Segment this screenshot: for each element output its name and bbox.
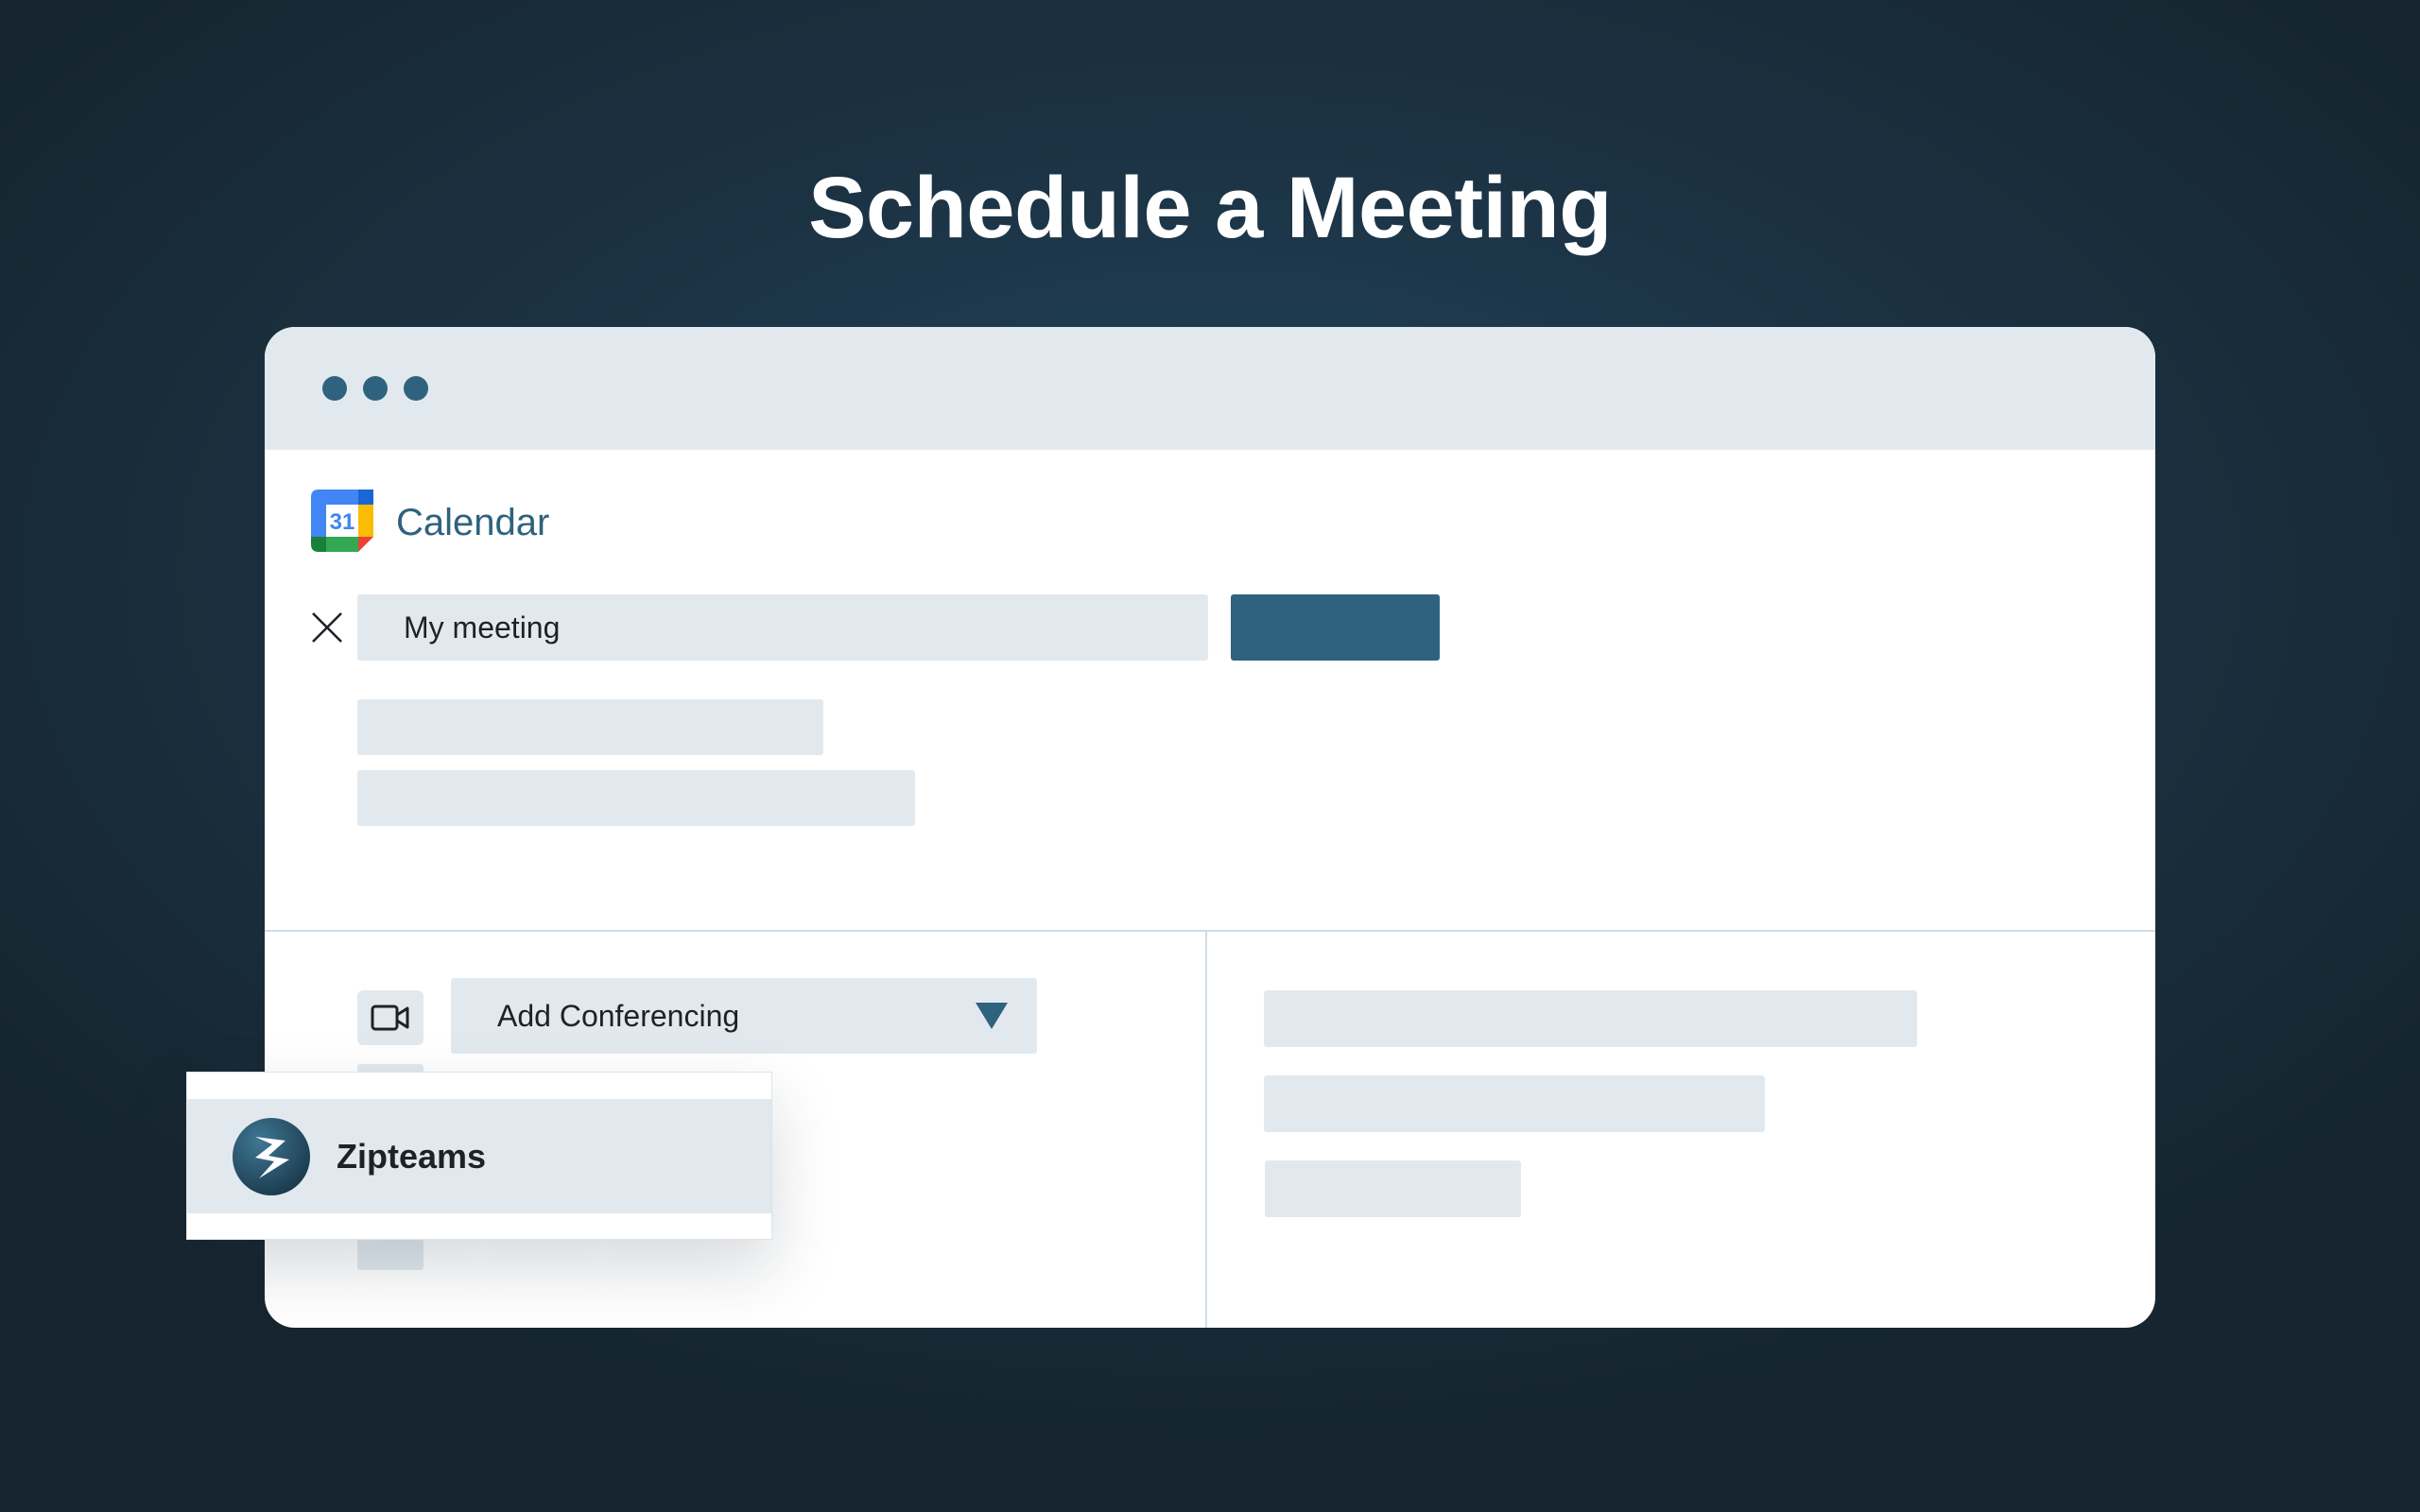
conferencing-dropdown-menu: Zipteams	[186, 1072, 772, 1240]
zipteams-logo-icon	[233, 1118, 310, 1195]
placeholder-detail	[1264, 990, 1917, 1047]
window-titlebar	[265, 327, 2155, 450]
placeholder-detail	[1265, 1160, 1521, 1217]
page-headline: Schedule a Meeting	[808, 160, 1612, 256]
vertical-divider	[1205, 930, 1207, 1328]
window-dot-3	[404, 376, 428, 401]
close-icon[interactable]	[308, 609, 346, 646]
event-title-input[interactable]	[357, 594, 1208, 661]
placeholder-date-time	[357, 699, 823, 755]
calendar-logo-icon: 31	[311, 490, 373, 552]
chevron-down-icon	[976, 1003, 1008, 1029]
placeholder-options	[357, 770, 915, 826]
horizontal-divider	[265, 930, 2155, 932]
add-conferencing-label: Add Conferencing	[497, 999, 740, 1033]
video-camera-icon-tile	[357, 990, 424, 1045]
video-camera-icon	[371, 1005, 409, 1031]
dropdown-option-label: Zipteams	[337, 1137, 487, 1176]
app-title: Calendar	[396, 502, 550, 543]
dropdown-option-zipteams[interactable]: Zipteams	[187, 1099, 771, 1213]
window-dot-1	[322, 376, 347, 401]
save-button[interactable]	[1231, 594, 1440, 661]
add-conferencing-select[interactable]: Add Conferencing	[451, 978, 1037, 1054]
calendar-logo-date: 31	[330, 509, 355, 535]
window-dot-2	[363, 376, 388, 401]
placeholder-detail	[1264, 1075, 1765, 1132]
